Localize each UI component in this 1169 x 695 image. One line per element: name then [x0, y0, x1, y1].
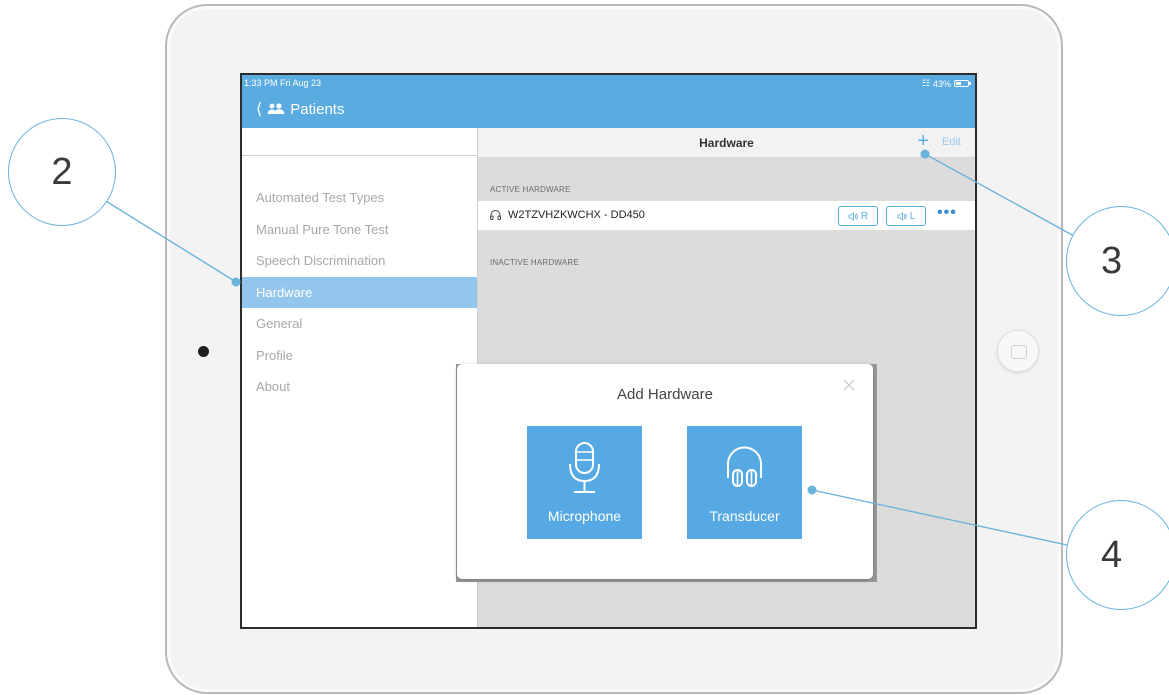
modal-title: Add Hardware [617, 386, 713, 403]
stage: 1:33 PM Fri Aug 23 ☷ 43% ⟨ Patients Auto… [0, 0, 1169, 695]
transducer-option-label: Transducer [709, 508, 780, 524]
callout-3: 3 [1066, 206, 1169, 316]
sidebar-item-profile[interactable]: Profile [242, 340, 477, 372]
callout-2: 2 [8, 118, 116, 226]
more-options-icon[interactable]: ••• [937, 204, 957, 222]
sidebar-item-manual-pure-tone-test[interactable]: Manual Pure Tone Test [242, 214, 477, 246]
sidebar-item-general[interactable]: General [242, 308, 477, 340]
home-button[interactable] [997, 330, 1039, 372]
status-time: 1:33 PM Fri Aug 23 [244, 78, 322, 88]
status-bar: 1:33 PM Fri Aug 23 ☷ 43% [242, 75, 975, 91]
speaker-icon [848, 211, 858, 221]
panel-header: Hardware + Edit [478, 128, 975, 158]
speaker-icon [897, 211, 907, 221]
sidebar-item-hardware[interactable]: Hardware [242, 276, 477, 308]
edit-button[interactable]: Edit [942, 136, 961, 148]
headphones-icon [727, 446, 762, 487]
people-icon [267, 103, 285, 114]
callout-4: 4 [1066, 500, 1169, 610]
active-hardware-row[interactable]: W2TZVHZKWCHX - DD450 R L ••• [478, 201, 975, 230]
add-hardware-button[interactable]: + [917, 130, 929, 153]
sidebar-item-about[interactable]: About [242, 371, 477, 403]
left-channel-button[interactable]: L [886, 206, 926, 226]
page-title: Hardware [699, 136, 754, 150]
sidebar-item-automated-test-types[interactable]: Automated Test Types [242, 182, 477, 214]
inactive-hardware-heading: INACTIVE HARDWARE [490, 258, 579, 267]
transducer-option-button[interactable]: Transducer [687, 426, 802, 539]
add-hardware-modal: Add Hardware Microphone Transducer [457, 364, 873, 579]
right-channel-label: R [860, 210, 869, 222]
chevron-left-icon: ⟨ [256, 101, 263, 118]
back-to-patients-button[interactable]: ⟨ Patients [256, 99, 344, 119]
nav-bar: ⟨ Patients [242, 91, 975, 128]
sidebar-item-speech-discrimination[interactable]: Speech Discrimination [242, 245, 477, 277]
sidebar-list: Automated Test Types Manual Pure Tone Te… [242, 182, 477, 403]
battery-percent: 43% [932, 78, 951, 89]
sidebar-header [242, 128, 477, 156]
headphones-icon [490, 210, 501, 220]
status-indicators: ☷ 43% [921, 78, 971, 89]
right-channel-button[interactable]: R [838, 206, 878, 226]
wifi-icon: ☷ [921, 78, 930, 88]
microphone-option-button[interactable]: Microphone [527, 426, 642, 539]
microphone-icon [569, 442, 600, 493]
device-name: W2TZVHZKWCHX - DD450 [508, 209, 645, 221]
battery-icon [954, 80, 971, 87]
left-channel-label: L [909, 210, 916, 222]
back-label: Patients [290, 100, 345, 118]
camera-icon [198, 346, 209, 357]
active-hardware-heading: ACTIVE HARDWARE [490, 185, 571, 194]
close-icon[interactable] [842, 378, 856, 392]
settings-sidebar: Automated Test Types Manual Pure Tone Te… [242, 128, 478, 627]
microphone-option-label: Microphone [547, 508, 622, 524]
